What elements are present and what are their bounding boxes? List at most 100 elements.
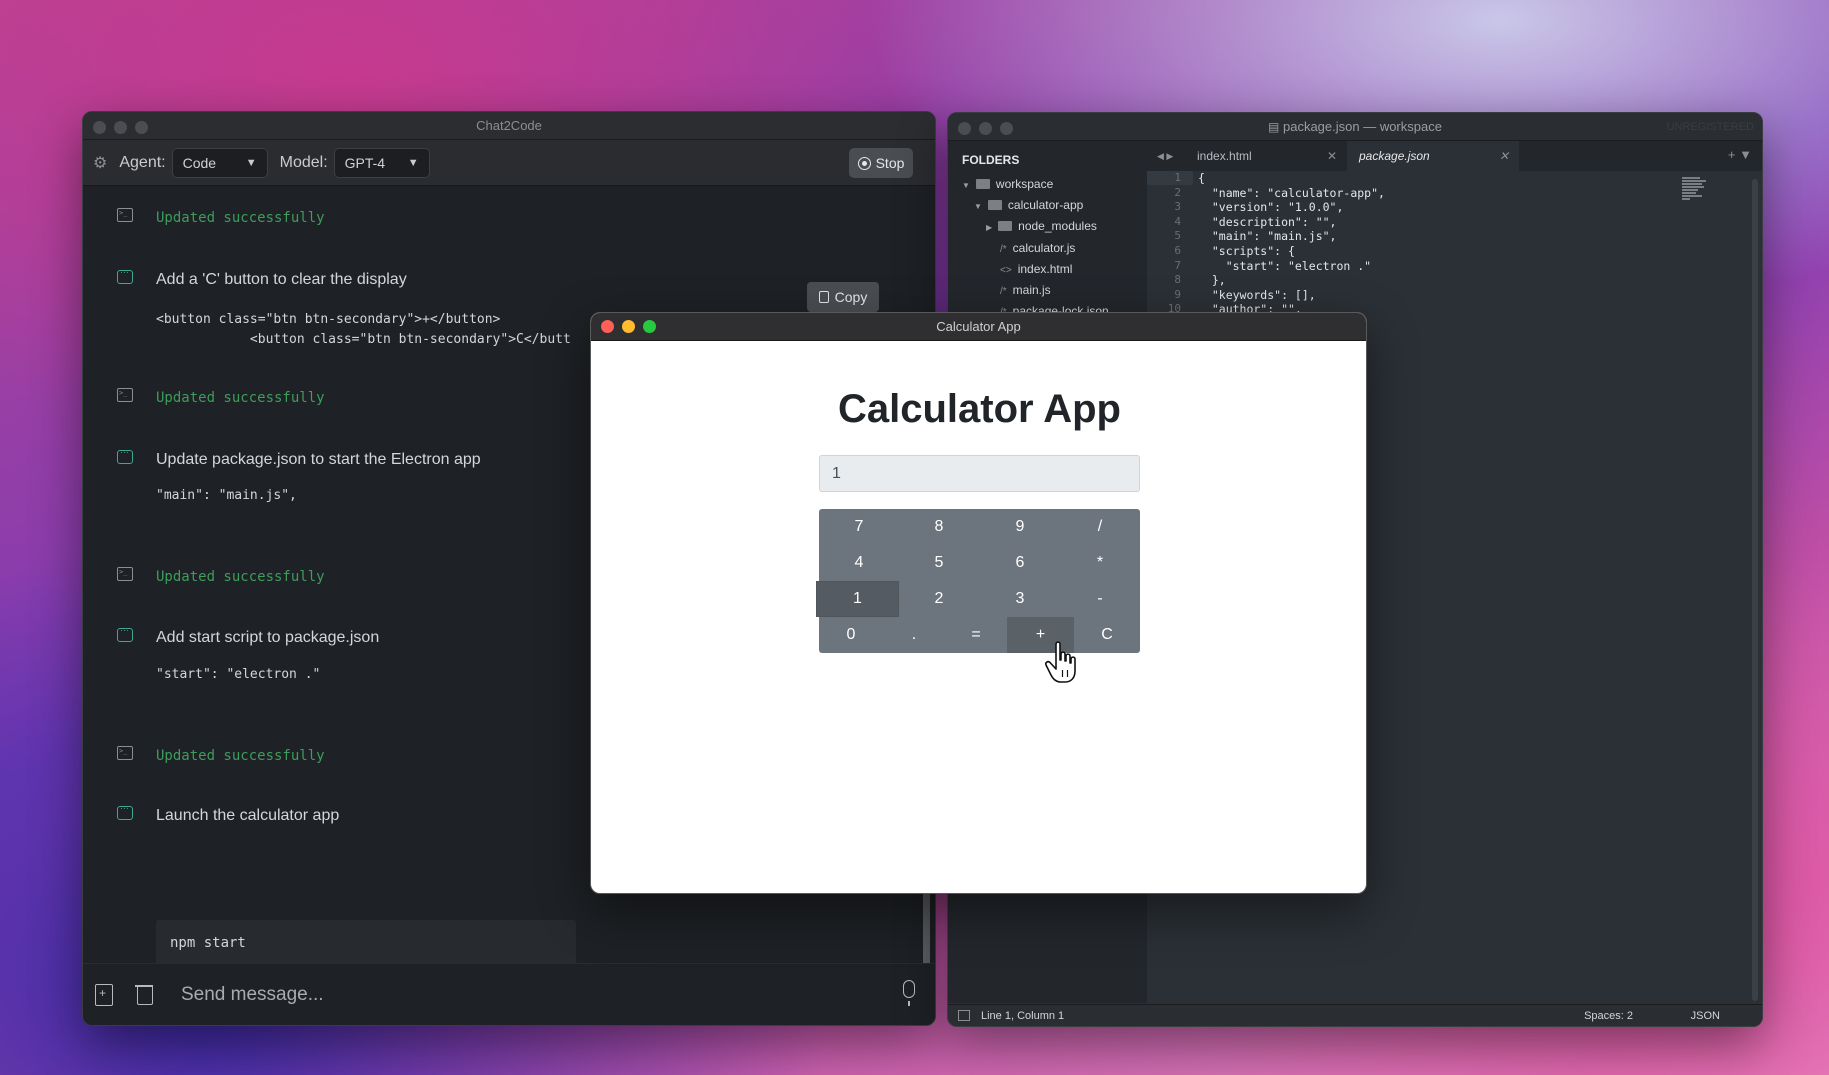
chat-toolbar: ⚙ Agent: Code ▼ Model: GPT-4 ▼ Stop <box>83 140 935 186</box>
chat-maximize-button[interactable] <box>135 121 148 134</box>
key-divide[interactable]: / <box>1060 509 1140 545</box>
step-message: Add a 'C' button to clear the display <box>156 271 407 288</box>
key-9[interactable]: 9 <box>980 509 1060 545</box>
key-8[interactable]: 8 <box>899 509 979 545</box>
chat-bubble-icon <box>117 803 133 820</box>
line-number: 1 <box>1174 171 1181 184</box>
tree-item-label: main.js <box>1012 283 1051 297</box>
syntax-language[interactable]: JSON <box>1691 1010 1720 1022</box>
clipboard-icon <box>818 291 829 303</box>
tree-item-main-js[interactable]: /* main.js <box>1000 283 1051 297</box>
file-icon: ▤ <box>1268 120 1280 134</box>
close-icon[interactable]: ✕ <box>1327 141 1337 171</box>
new-tab-icon[interactable]: + ▼ <box>1728 147 1752 162</box>
folders-header: FOLDERS <box>962 153 1020 167</box>
gear-icon[interactable]: ⚙ <box>93 153 107 173</box>
close-icon[interactable]: ✕ <box>1499 141 1509 171</box>
key-equals[interactable]: = <box>945 617 1007 653</box>
line-number: 7 <box>1174 258 1181 272</box>
tool-result: Updated successfully <box>156 569 325 585</box>
tab-index-html[interactable]: index.html ✕ <box>1147 141 1347 171</box>
tree-item-calculator-js[interactable]: /* calculator.js <box>1000 241 1075 255</box>
agent-label: Agent: <box>119 153 166 171</box>
copy-button-label: Copy <box>834 289 868 305</box>
calculator-titlebar: Calculator App <box>591 313 1366 341</box>
line-number: 5 <box>1174 229 1181 243</box>
tree-item-node-modules[interactable]: ▶ node_modules <box>986 219 1097 233</box>
calculator-maximize-button[interactable] <box>643 320 656 333</box>
calculator-heading: Calculator App <box>838 387 1121 431</box>
code-line: "description": "", <box>1198 214 1337 229</box>
editor-scrollbar[interactable] <box>1752 179 1758 1001</box>
tool-result: Updated successfully <box>156 210 325 226</box>
editor-titlebar: ▤ package.json — workspace UNREGISTERED <box>948 113 1762 141</box>
chat-bubble-icon <box>117 447 133 464</box>
key-subtract[interactable]: - <box>1060 581 1140 617</box>
chat-footer <box>83 963 935 1025</box>
chevron-down-icon: ▼ <box>245 156 257 169</box>
sidebar-toggle-icon[interactable] <box>958 1010 970 1021</box>
indentation-setting[interactable]: Spaces: 2 <box>1584 1010 1633 1022</box>
editor-minimize-button[interactable] <box>979 122 992 135</box>
chat-bubble-icon <box>117 625 133 642</box>
key-4[interactable]: 4 <box>819 545 899 581</box>
code-snippet: <button class="btn btn-secondary">+</but… <box>156 312 571 347</box>
tree-item-calculator-app[interactable]: ▼ calculator-app <box>974 198 1083 212</box>
tool-result: Updated successfully <box>156 390 325 406</box>
calculator-close-button[interactable] <box>601 320 614 333</box>
key-3[interactable]: 3 <box>980 581 1060 617</box>
calculator-minimize-button[interactable] <box>622 320 635 333</box>
trash-icon[interactable] <box>135 984 153 1006</box>
step-message: Launch the calculator app <box>156 807 340 824</box>
tree-item-workspace[interactable]: ▼ workspace <box>962 177 1053 191</box>
model-label: Model: <box>279 153 328 171</box>
code-line: "scripts": { <box>1198 244 1295 258</box>
terminal-icon <box>117 388 133 402</box>
tree-item-label: index.html <box>1017 262 1073 276</box>
copy-button[interactable]: Copy <box>807 282 879 312</box>
agent-select-value: Code <box>182 154 217 171</box>
line-number: 6 <box>1174 244 1181 257</box>
key-2[interactable]: 2 <box>899 581 979 617</box>
tree-item-index-html[interactable]: <> index.html <box>1000 262 1072 276</box>
tree-item-label: calculator-app <box>1007 198 1084 212</box>
editor-maximize-button[interactable] <box>1000 122 1013 135</box>
tree-item-label: calculator.js <box>1012 241 1076 255</box>
key-clear[interactable]: C <box>1074 617 1140 653</box>
chat-window-title: Chat2Code <box>476 118 542 133</box>
triangle-right-icon: ▶ <box>986 223 993 232</box>
stop-button-label: Stop <box>875 155 905 171</box>
key-6[interactable]: 6 <box>980 545 1060 581</box>
minimap[interactable] <box>1682 177 1706 203</box>
key-5[interactable]: 5 <box>899 545 979 581</box>
editor-status-bar: Line 1, Column 1 Spaces: 2 JSON <box>948 1004 1762 1026</box>
key-decimal[interactable]: . <box>883 617 945 653</box>
editor-close-button[interactable] <box>958 122 971 135</box>
tab-package-json[interactable]: package.json ✕ <box>1347 141 1519 171</box>
tab-label: package.json <box>1359 149 1430 163</box>
terminal-icon <box>117 208 133 222</box>
code-line: "name": "calculator-app", <box>1198 185 1385 200</box>
calculator-display[interactable]: 1 <box>819 455 1140 492</box>
attach-file-icon[interactable] <box>95 984 113 1006</box>
key-7[interactable]: 7 <box>819 509 899 545</box>
code-line: "start": "electron ." <box>1198 258 1372 273</box>
triangle-down-icon: ▼ <box>974 202 982 211</box>
key-1[interactable]: 1 <box>816 581 899 617</box>
key-multiply[interactable]: * <box>1060 545 1140 581</box>
js-file-icon: /* <box>1000 244 1007 255</box>
chat-titlebar: Chat2Code <box>83 112 935 140</box>
microphone-icon[interactable] <box>903 980 915 1006</box>
key-0[interactable]: 0 <box>819 617 883 653</box>
agent-select[interactable]: Code ▼ <box>171 147 268 178</box>
line-number: 8 <box>1174 273 1181 287</box>
model-select[interactable]: GPT-4 ▼ <box>333 147 430 178</box>
message-input[interactable] <box>181 980 781 1010</box>
line-number: 3 <box>1174 200 1181 214</box>
code-line: "keywords": [], <box>1198 287 1316 302</box>
editor-tab-bar: index.html ✕ package.json ✕ + ▼ <box>1147 141 1762 171</box>
chat-close-button[interactable] <box>93 121 106 134</box>
chat-minimize-button[interactable] <box>114 121 127 134</box>
chat-traffic-lights <box>93 121 148 134</box>
stop-button[interactable]: Stop <box>849 148 913 178</box>
